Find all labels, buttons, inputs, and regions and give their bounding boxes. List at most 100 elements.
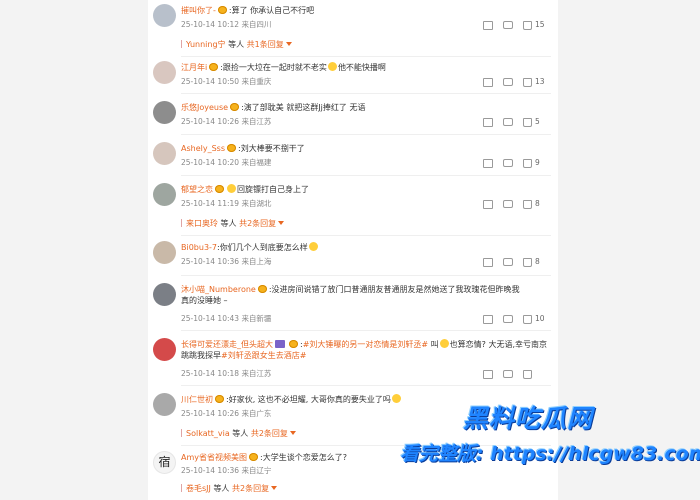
reply-username[interactable]: 来口奥玲 <box>186 219 218 228</box>
comment-icon[interactable] <box>503 159 513 167</box>
emoji-icon <box>439 339 449 348</box>
avatar[interactable] <box>153 393 176 416</box>
comment-icon[interactable] <box>503 258 513 266</box>
hashtag-link[interactable]: #刘大锤曝的另一对恋情是刘轩丞# <box>303 340 428 349</box>
comment-location: 来自重庆 <box>241 77 272 86</box>
divider <box>181 330 551 331</box>
reply-summary[interactable]: 来口奥玲 等人 共2条回复 <box>181 218 551 230</box>
comment-text: :刘大棒要不捌干了 <box>238 144 305 153</box>
avatar[interactable] <box>153 241 176 264</box>
avatar[interactable] <box>153 4 176 27</box>
divider <box>181 93 551 94</box>
comment-date: 25-10-14 10:43 <box>181 314 240 323</box>
share-icon[interactable] <box>483 200 493 209</box>
comment-date: 25-10-14 10:26 <box>181 409 240 418</box>
like-icon[interactable] <box>523 78 532 87</box>
share-icon[interactable] <box>483 159 493 168</box>
comment-location: 来自福建 <box>241 158 272 167</box>
like-icon[interactable] <box>523 258 532 267</box>
reply-suffix: 等人 <box>228 40 245 49</box>
avatar[interactable] <box>153 183 176 206</box>
avatar[interactable] <box>153 283 176 306</box>
chevron-down-icon <box>285 42 292 46</box>
member-badge-icon <box>230 103 240 111</box>
comment-username[interactable]: 摧叫你了- <box>181 6 216 15</box>
comment-icon[interactable] <box>503 118 513 126</box>
reply-count-link[interactable]: 共1条回复 <box>247 40 284 49</box>
comment-location: 来自江苏 <box>241 117 272 126</box>
emoji-icon <box>391 394 401 403</box>
comment-text: :你们几个人到底要怎么样 <box>217 243 308 252</box>
chevron-down-icon <box>271 486 278 490</box>
like-icon[interactable] <box>523 118 532 127</box>
comment-location: 来自江苏 <box>241 369 272 378</box>
divider <box>181 235 551 236</box>
divider <box>181 175 551 176</box>
like-icon[interactable] <box>523 21 532 30</box>
avatar[interactable] <box>153 338 176 361</box>
comment-location: 来自湖北 <box>241 199 272 208</box>
reply-username[interactable]: Solkatt_via <box>186 429 230 438</box>
member-badge-icon <box>215 395 224 403</box>
avatar[interactable] <box>153 61 176 84</box>
like-icon[interactable] <box>523 370 532 379</box>
reply-suffix: 等人 <box>232 429 249 438</box>
share-icon[interactable] <box>483 258 493 267</box>
reply-count-link[interactable]: 共2条回复 <box>232 484 269 493</box>
comment-text: 叫 <box>428 340 439 349</box>
member-badge-icon <box>209 63 219 71</box>
divider <box>181 56 551 57</box>
reply-suffix: 等人 <box>213 484 230 493</box>
comment-username[interactable]: Amy省省视频美图 <box>181 453 247 462</box>
reply-username[interactable]: Yunning宁 <box>186 40 226 49</box>
comment-username[interactable]: 江月年i <box>181 63 207 72</box>
crown-badge-icon <box>275 340 285 348</box>
comment-username[interactable]: 川仁世初 <box>181 395 213 404</box>
comment-icon[interactable] <box>503 200 513 208</box>
avatar[interactable] <box>153 142 176 165</box>
like-count: 15 <box>535 20 545 29</box>
comment-username[interactable]: Ashely_Sss <box>181 144 225 153</box>
like-icon[interactable] <box>523 159 532 168</box>
reply-suffix: 等人 <box>220 219 237 228</box>
watermark-url: 看完整版: https://hlcgw83.com <box>400 443 700 465</box>
comment-icon[interactable] <box>503 315 513 323</box>
comment-icon[interactable] <box>503 370 513 378</box>
like-count: 9 <box>535 158 540 167</box>
comment-date: 25-10-14 10:36 <box>181 257 240 266</box>
share-icon[interactable] <box>483 21 493 30</box>
comment-username[interactable]: 长得可爱还漂走_但头超大 <box>181 340 273 349</box>
comment-username[interactable]: 沐小喵_Numberone <box>181 285 256 294</box>
avatar[interactable]: 宿 <box>153 451 176 474</box>
comment-text-tail: 他不能快播啊 <box>337 63 386 72</box>
comment-username[interactable]: 乐悠Joyeuse <box>181 103 228 112</box>
comment-username[interactable]: 郁望之恋 <box>181 185 213 194</box>
comment-icon[interactable] <box>503 78 513 86</box>
reply-summary[interactable]: Yunning宁 等人 共1条回复 <box>181 39 551 51</box>
reply-username[interactable]: 卷毛sJJ <box>186 484 211 493</box>
emoji-icon <box>308 242 318 251</box>
comment-date: 25-10-14 10:26 <box>181 117 240 126</box>
reply-count-link[interactable]: 共2条回复 <box>251 429 288 438</box>
member-badge-icon <box>249 453 258 461</box>
member-badge-icon <box>217 6 227 14</box>
divider <box>181 385 551 386</box>
reply-divider <box>181 219 182 227</box>
share-icon[interactable] <box>483 118 493 127</box>
like-icon[interactable] <box>523 200 532 209</box>
share-icon[interactable] <box>483 370 493 379</box>
comment-text: :好家伙, 这也不必坦耀, 大哥你真的要失业了吗 <box>226 395 391 404</box>
like-count: 8 <box>535 257 540 266</box>
reply-count-link[interactable]: 共2条回复 <box>239 219 276 228</box>
comment-username[interactable]: Bi0bu3-7 <box>181 243 217 252</box>
share-icon[interactable] <box>483 315 493 324</box>
comment-location: 来自四川 <box>241 20 272 29</box>
avatar[interactable] <box>153 101 176 124</box>
comment-date: 25-10-14 10:50 <box>181 77 240 86</box>
member-badge-icon <box>289 340 298 348</box>
comment-icon[interactable] <box>503 21 513 29</box>
reply-summary[interactable]: 卷毛sJJ 等人 共2条回复 <box>181 483 551 495</box>
hashtag-link[interactable]: #刘轩丞跟女生去酒店# <box>221 351 306 360</box>
like-icon[interactable] <box>523 315 532 324</box>
share-icon[interactable] <box>483 78 493 87</box>
